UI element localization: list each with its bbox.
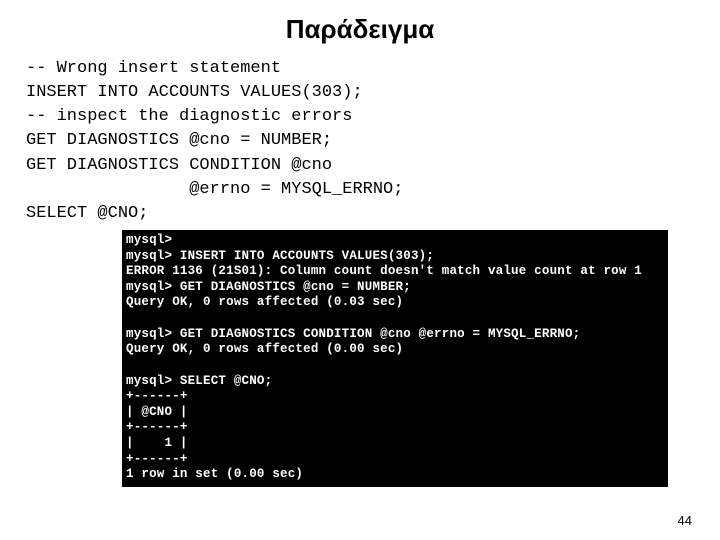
terminal-line: +------+ [126, 389, 188, 403]
slide-title: Παράδειγμα [24, 14, 696, 45]
code-line: GET DIAGNOSTICS CONDITION @cno [26, 156, 332, 175]
terminal-line: 1 row in set (0.00 sec) [126, 467, 303, 481]
terminal-line: Query OK, 0 rows affected (0.03 sec) [126, 295, 403, 309]
terminal-line: +------+ [126, 452, 188, 466]
terminal-output: mysql> mysql> INSERT INTO ACCOUNTS VALUE… [122, 230, 668, 487]
code-line: @errno = MYSQL_ERRNO; [26, 180, 403, 199]
sql-code-block: -- Wrong insert statement INSERT INTO AC… [26, 57, 696, 226]
terminal-line: ERROR 1136 (21S01): Column count doesn't… [126, 264, 642, 278]
terminal-line: mysql> SELECT @CNO; [126, 374, 272, 388]
code-line: -- inspect the diagnostic errors [26, 107, 352, 126]
terminal-line: | @CNO | [126, 405, 188, 419]
terminal-line: +------+ [126, 420, 188, 434]
terminal-line: Query OK, 0 rows affected (0.00 sec) [126, 342, 403, 356]
terminal-line: mysql> GET DIAGNOSTICS CONDITION @cno @e… [126, 327, 580, 341]
terminal-line: mysql> [126, 233, 172, 247]
code-line: -- Wrong insert statement [26, 59, 281, 78]
terminal-line: | 1 | [126, 436, 188, 450]
terminal-line: mysql> GET DIAGNOSTICS @cno = NUMBER; [126, 280, 411, 294]
page-number: 44 [678, 513, 692, 528]
code-line: SELECT @CNO; [26, 204, 148, 223]
code-line: GET DIAGNOSTICS @cno = NUMBER; [26, 131, 332, 150]
code-line: INSERT INTO ACCOUNTS VALUES(303); [26, 83, 363, 102]
slide-container: Παράδειγμα -- Wrong insert statement INS… [0, 0, 720, 540]
terminal-line: mysql> INSERT INTO ACCOUNTS VALUES(303); [126, 249, 434, 263]
